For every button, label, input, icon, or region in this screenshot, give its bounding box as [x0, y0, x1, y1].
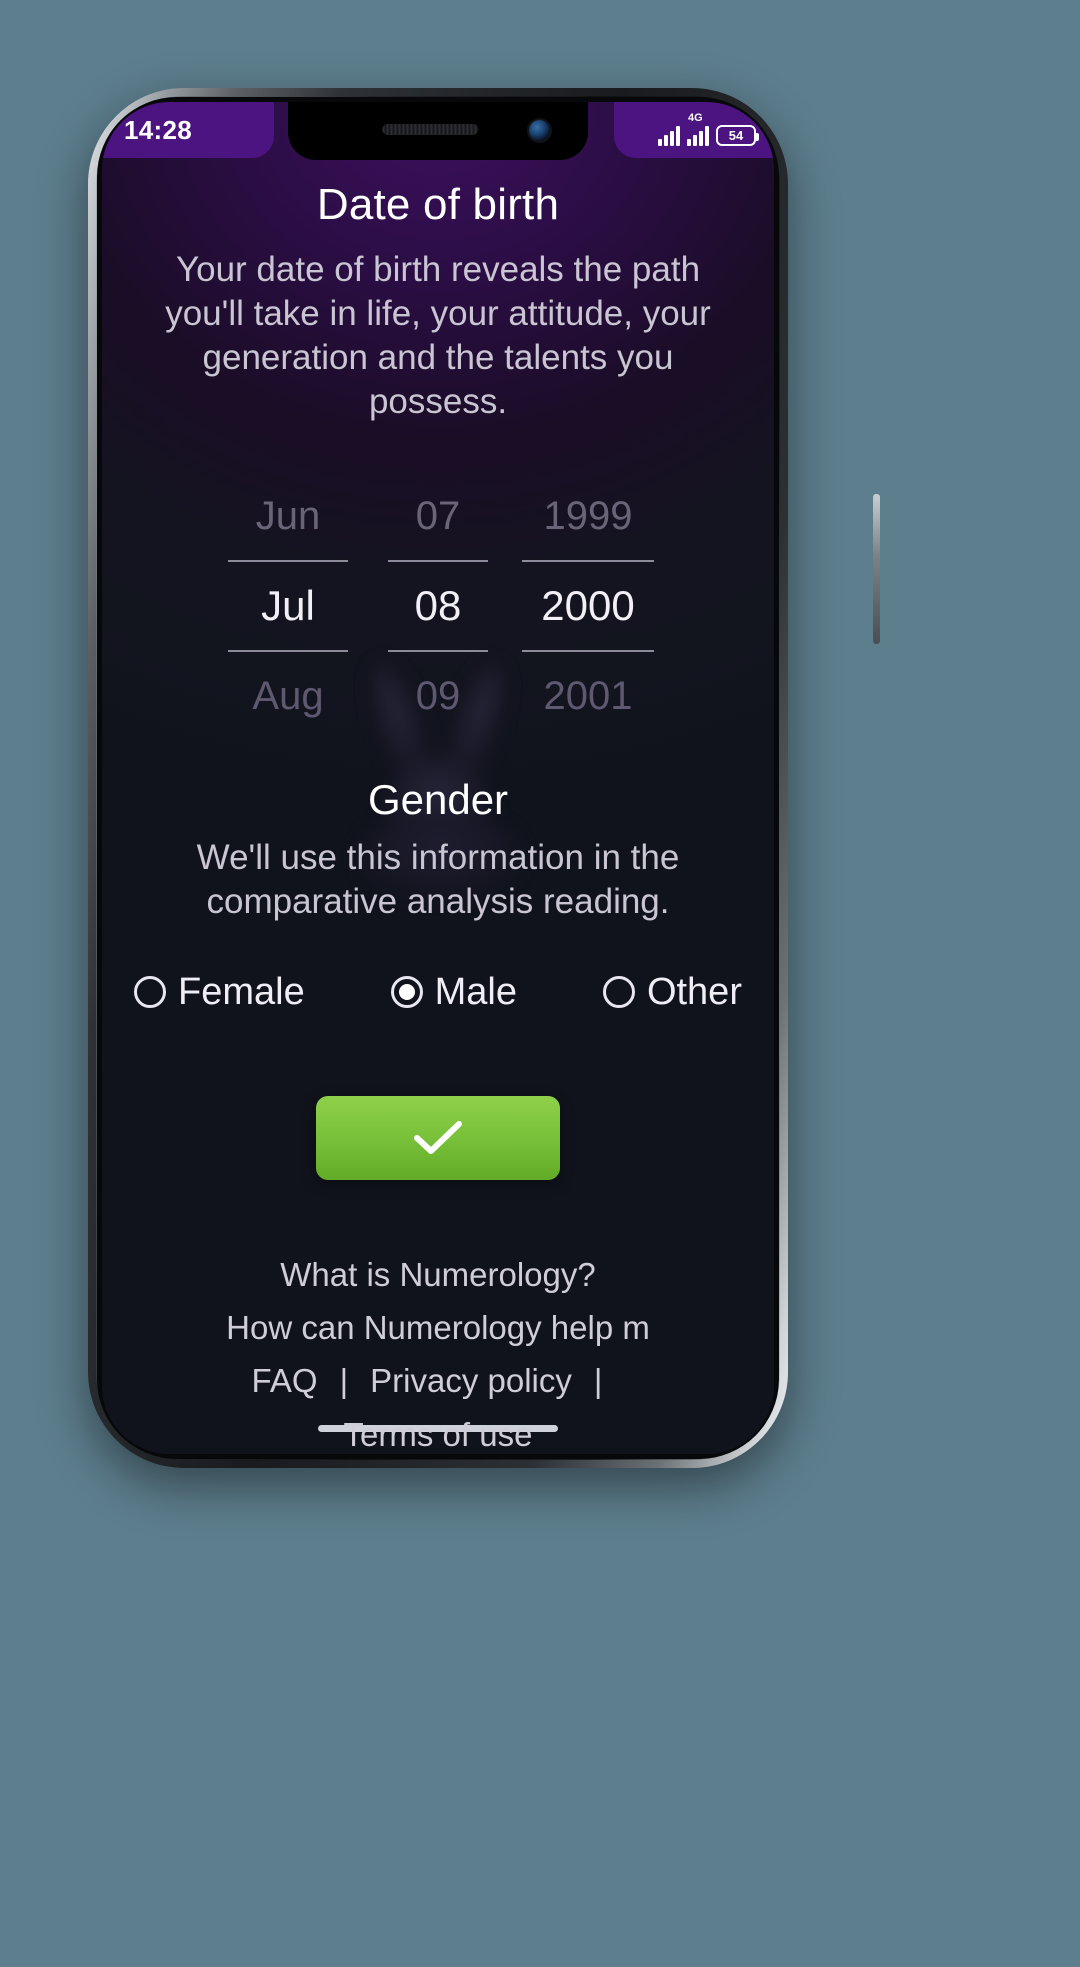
gender-option-male[interactable]: Male [390, 970, 518, 1014]
date-picker[interactable]: Jun Jul Aug 07 08 09 1999 2000 2001 [102, 472, 774, 740]
submit-button-wrapper [102, 1095, 774, 1180]
gender-option-other[interactable]: Other [602, 970, 742, 1014]
phone-screen: 14:28 4G 54 Date of birth Your date of b… [102, 102, 774, 1454]
network-type-label: 4G [688, 112, 703, 124]
month-previous-value[interactable]: Jun [213, 472, 363, 560]
gender-option-label-male: Male [434, 970, 518, 1013]
date-picker-day-column[interactable]: 07 08 09 [363, 472, 513, 740]
gender-description: We'll use this information in the compar… [196, 838, 680, 922]
date-of-birth-title: Date of birth [316, 180, 560, 229]
gender-option-label-female: Female [178, 970, 305, 1013]
link-faq[interactable]: FAQ [252, 1354, 318, 1407]
earpiece-speaker [382, 124, 479, 135]
link-privacy-policy[interactable]: Privacy policy [370, 1354, 572, 1407]
radio-circle-icon-other[interactable] [602, 976, 635, 1009]
footer-separator-1: | [339, 1362, 349, 1400]
signal-bars-icon-sim1 [658, 124, 680, 146]
submit-button[interactable] [316, 1095, 560, 1180]
date-of-birth-description: Your date of birth reveals the path you'… [165, 250, 711, 422]
device-notch [288, 102, 588, 160]
gender-option-label-other: Other [646, 970, 742, 1013]
date-picker-year-column[interactable]: 1999 2000 2001 [513, 472, 663, 740]
footer-links: What is Numerology? How can Numerology h… [102, 1248, 774, 1454]
footer-separator-2: | [593, 1362, 603, 1400]
day-selected-value[interactable]: 08 [363, 562, 513, 650]
checkmark-icon [414, 1120, 462, 1154]
status-bar-icons: 4G 54 [658, 112, 759, 146]
status-bar-clock: 14:28 [124, 115, 192, 145]
radio-circle-icon-male[interactable] [390, 976, 423, 1009]
signal-bars-icon-sim2: 4G [687, 112, 709, 146]
gender-option-female[interactable]: Female [134, 971, 305, 1014]
app-container: 14:28 4G 54 Date of birth Your date of b… [102, 102, 774, 1454]
year-previous-value[interactable]: 1999 [513, 472, 663, 560]
date-picker-month-column[interactable]: Jun Jul Aug [213, 472, 363, 740]
footer-legal-row: FAQ | Privacy policy | [102, 1354, 774, 1407]
signal-bars-glyph [687, 124, 709, 146]
gender-title: Gender [367, 776, 509, 824]
month-selected-value[interactable]: Jul [213, 562, 363, 650]
day-previous-value[interactable]: 07 [363, 472, 513, 560]
link-terms-of-use[interactable]: Terms of use [102, 1408, 774, 1454]
day-next-value[interactable]: 09 [363, 652, 513, 740]
battery-percent-label: 54 [728, 128, 744, 143]
link-what-is-numerology[interactable]: What is Numerology? [102, 1248, 774, 1301]
power-button[interactable] [873, 494, 880, 644]
month-next-value[interactable]: Aug [213, 652, 363, 740]
phone-device-frame: 14:28 4G 54 Date of birth Your date of b… [88, 88, 880, 1468]
year-next-value[interactable]: 2001 [513, 652, 663, 740]
battery-icon: 54 [716, 125, 759, 146]
screenshot-root: 14:28 4G 54 Date of birth Your date of b… [0, 0, 1080, 1967]
gender-radio-group: Female Male Other [134, 971, 742, 1014]
front-camera-icon [529, 120, 550, 141]
year-selected-value[interactable]: 2000 [513, 562, 663, 650]
radio-circle-icon-female[interactable] [134, 976, 166, 1009]
link-how-can-numerology-help[interactable]: How can Numerology help m [102, 1301, 774, 1354]
